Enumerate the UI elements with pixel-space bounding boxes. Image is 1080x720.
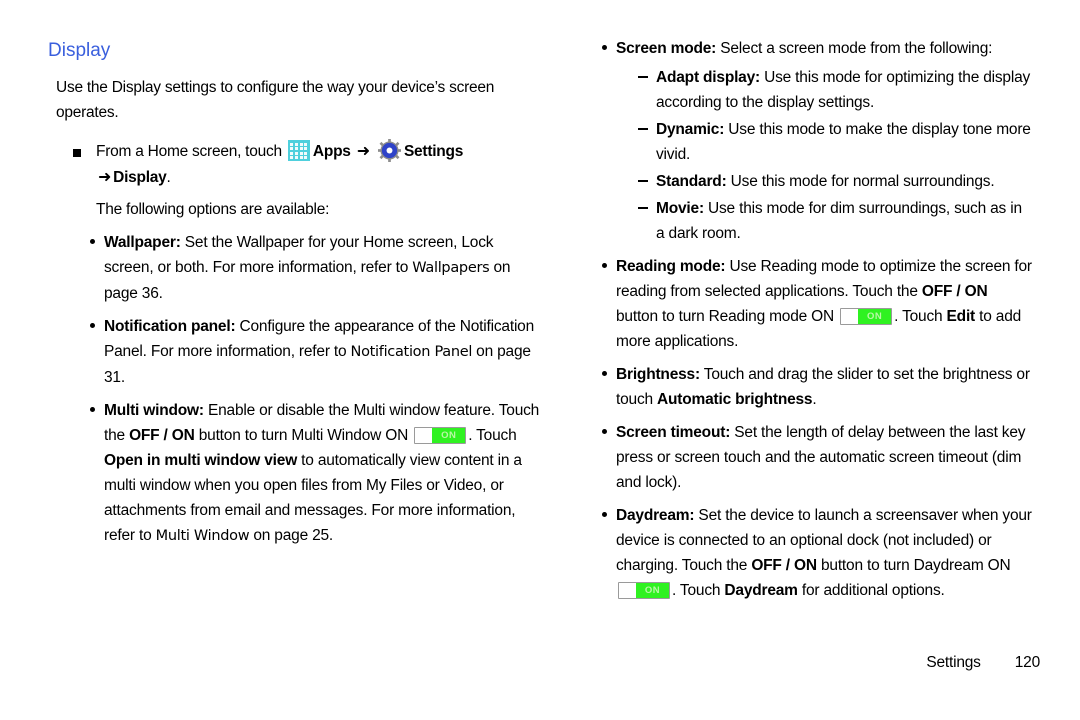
manual-page: Display Use the Display settings to conf… [0, 0, 1080, 720]
daydream-title: Daydream [616, 507, 690, 524]
footer-section-label: Settings [926, 654, 981, 671]
multi-window-xref[interactable]: Multi Window [156, 528, 250, 544]
list-item-brightness: Brightness: Touch and drag the slider to… [600, 362, 1032, 412]
list-item-screen-timeout: Screen timeout: Set the length of delay … [600, 420, 1032, 495]
option-standard: Standard: Use this mode for normal surro… [638, 169, 1032, 194]
page-footer: Settings 120 [0, 654, 1040, 672]
screen-timeout-title: Screen timeout [616, 424, 726, 441]
settings-label: Settings [403, 143, 464, 160]
multi-window-body-2: button to turn Multi Window ON [194, 427, 413, 444]
daydream-body-3: . Touch [672, 582, 725, 599]
apps-label: Apps [312, 143, 351, 160]
option-movie: Movie: Use this mode for dim surrounding… [638, 196, 1032, 246]
dash-icon [638, 180, 648, 182]
daydream-body-2: button to turn Daydream ON [816, 557, 1011, 574]
brightness-body-2: . [812, 391, 817, 408]
toggle-on-label: ON [432, 428, 466, 443]
list-item-wallpaper: Wallpaper: Set the Wallpaper for your Ho… [88, 230, 543, 306]
reading-mode-title: Reading mode [616, 258, 721, 275]
dash-icon [638, 207, 648, 209]
option-dynamic: Dynamic: Use this mode to make the displ… [638, 117, 1032, 167]
left-bullet-list: Wallpaper: Set the Wallpaper for your Ho… [40, 230, 543, 549]
step-period: . [166, 169, 171, 186]
display-label: Display [113, 169, 167, 186]
bullet-dot-icon [90, 239, 95, 244]
off-on-bold: OFF / ON [751, 557, 817, 574]
dynamic-title: Dynamic [656, 121, 720, 138]
list-item-daydream: Daydream: Set the device to launch a scr… [600, 503, 1032, 603]
gear-icon[interactable] [377, 139, 401, 162]
daydream-body-4: for additional options. [797, 582, 945, 599]
bullet-dot-icon [90, 323, 95, 328]
reading-mode-body-3: . Touch [894, 308, 947, 325]
notification-panel-title: Notification panel [104, 318, 231, 335]
standard-body: Use this mode for normal surroundings. [726, 173, 995, 190]
brightness-title: Brightness [616, 366, 695, 383]
list-item-screen-mode: Screen mode: Select a screen mode from t… [600, 36, 1032, 246]
right-column: Screen mode: Select a screen mode from t… [592, 0, 1032, 603]
movie-title: Movie [656, 200, 699, 217]
list-item-reading-mode: Reading mode: Use Reading mode to optimi… [600, 254, 1032, 354]
reading-mode-body-2: button to turn Reading mode ON [616, 308, 839, 325]
bullet-dot-icon [602, 512, 607, 517]
daydream-toggle-switch[interactable]: ON [618, 582, 670, 599]
movie-body: Use this mode for dim surroundings, such… [656, 200, 1022, 242]
page-title: Display [48, 40, 111, 61]
notification-panel-xref[interactable]: Notification Panel [351, 344, 473, 360]
automatic-brightness-bold: Automatic brightness [657, 391, 813, 408]
right-bullet-list: Screen mode: Select a screen mode from t… [592, 0, 1032, 603]
bullet-dot-icon [602, 263, 607, 268]
dash-icon [638, 128, 648, 130]
open-multi-window-bold: Open in multi window view [104, 452, 298, 469]
bullet-dot-icon [602, 45, 607, 50]
wallpaper-title: Wallpaper [104, 234, 176, 251]
adapt-display-title: Adapt display [656, 69, 756, 86]
multi-window-body-5: on page 25. [249, 527, 334, 544]
arrow-icon: ➜ [356, 143, 370, 160]
dash-icon [638, 76, 648, 78]
toggle-on-label: ON [636, 583, 669, 598]
bullet-dot-icon [602, 429, 607, 434]
apps-grid-icon[interactable] [287, 140, 310, 161]
screen-mode-body: Select a screen mode from the following: [716, 40, 993, 57]
multi-window-title: Multi window [104, 402, 199, 419]
daydream-bold: Daydream [724, 582, 798, 599]
navigation-step: From a Home screen, touch Apps ➜ Setting… [40, 125, 556, 191]
left-column: Display Use the Display settings to conf… [40, 0, 550, 549]
bullet-dot-icon [90, 407, 95, 412]
edit-bold: Edit [946, 308, 976, 325]
bullet-dot-icon [602, 371, 607, 376]
square-bullet-icon [73, 149, 81, 157]
multi-window-toggle-switch[interactable]: ON [414, 427, 467, 444]
toggle-on-label: ON [858, 309, 892, 324]
arrow-icon-2: ➜ [98, 169, 112, 186]
multi-window-body-3: . Touch [468, 427, 517, 444]
standard-title: Standard [656, 173, 722, 190]
intro-paragraph: Use the Display settings to configure th… [56, 79, 495, 121]
footer-page-number: 120 [1014, 654, 1040, 671]
reading-mode-toggle-switch[interactable]: ON [840, 308, 893, 325]
option-adapt-display: Adapt display: Use this mode for optimiz… [638, 65, 1032, 115]
step-prefix-text: From a Home screen, touch [96, 143, 282, 160]
following-options-text: The following options are available: [96, 201, 330, 218]
wallpaper-xref[interactable]: Wallpapers [412, 260, 489, 276]
screen-mode-options: Adapt display: Use this mode for optimiz… [616, 65, 1032, 246]
off-on-bold: OFF / ON [921, 283, 988, 300]
off-on-bold: OFF / ON [129, 427, 195, 444]
screen-mode-title: Screen mode [616, 40, 712, 57]
list-item-multi-window: Multi window: Enable or disable the Mult… [88, 398, 543, 549]
list-item-notification-panel: Notification panel: Configure the appear… [88, 314, 543, 390]
